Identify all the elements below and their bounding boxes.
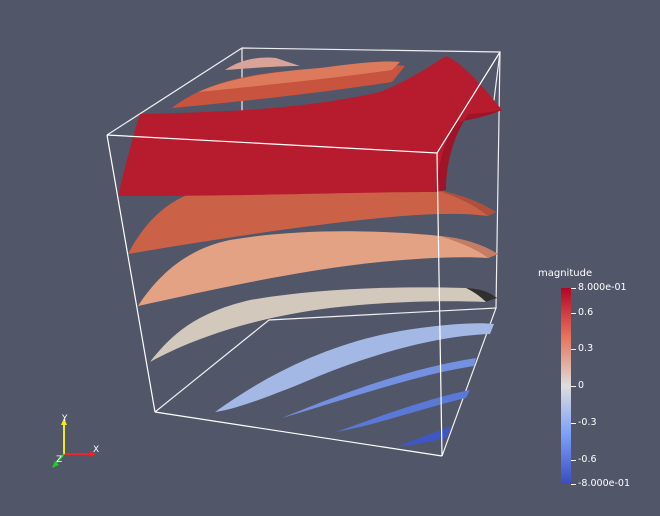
scalar-bar-tick-label: -0.6	[578, 454, 597, 465]
scalar-bar-tick-label: -8.000e-01	[578, 478, 630, 489]
isosurfaces	[118, 56, 502, 446]
isosurface-4	[150, 287, 497, 362]
scalar-bar-tick-mark	[571, 288, 576, 289]
scalar-bar-tick-mark	[571, 423, 576, 424]
outline-front-bottom	[154, 411, 443, 457]
orientation-axes	[52, 418, 96, 468]
scalar-bar-tick-label: 0.3	[578, 343, 594, 354]
isosurface-8	[398, 426, 452, 446]
outline-back-vertical-right	[495, 51, 501, 309]
scalar-bar-tick-mark	[571, 349, 576, 350]
y-axis-label: Y	[62, 414, 68, 424]
x-axis-label: X	[93, 445, 100, 455]
scalar-bar-title: magnitude	[538, 268, 593, 279]
scalar-bar-tick-mark	[571, 313, 576, 314]
scalar-bar-tick-mark	[571, 484, 576, 485]
scalar-bar-tick-label: 0.6	[578, 307, 594, 318]
scalar-bar-tick-label: -0.3	[578, 417, 597, 428]
isosurface-1-back	[225, 57, 300, 70]
z-axis-label: Z	[56, 455, 63, 465]
scalar-bar[interactable]	[561, 288, 571, 484]
scalar-bar-tick-mark	[571, 386, 576, 387]
scalar-bar-tick-mark	[571, 460, 576, 461]
scalar-bar-tick-label: 0	[578, 380, 585, 391]
isosurface-7	[336, 390, 470, 432]
scalar-bar-gradient	[561, 288, 571, 484]
scalar-bar-tick-label: 8.000e-01	[578, 282, 627, 293]
render-viewport[interactable]: magnitude 8.000e-01 0.6 0.3 0 -0.3 -0.6 -8.000…	[0, 0, 660, 516]
